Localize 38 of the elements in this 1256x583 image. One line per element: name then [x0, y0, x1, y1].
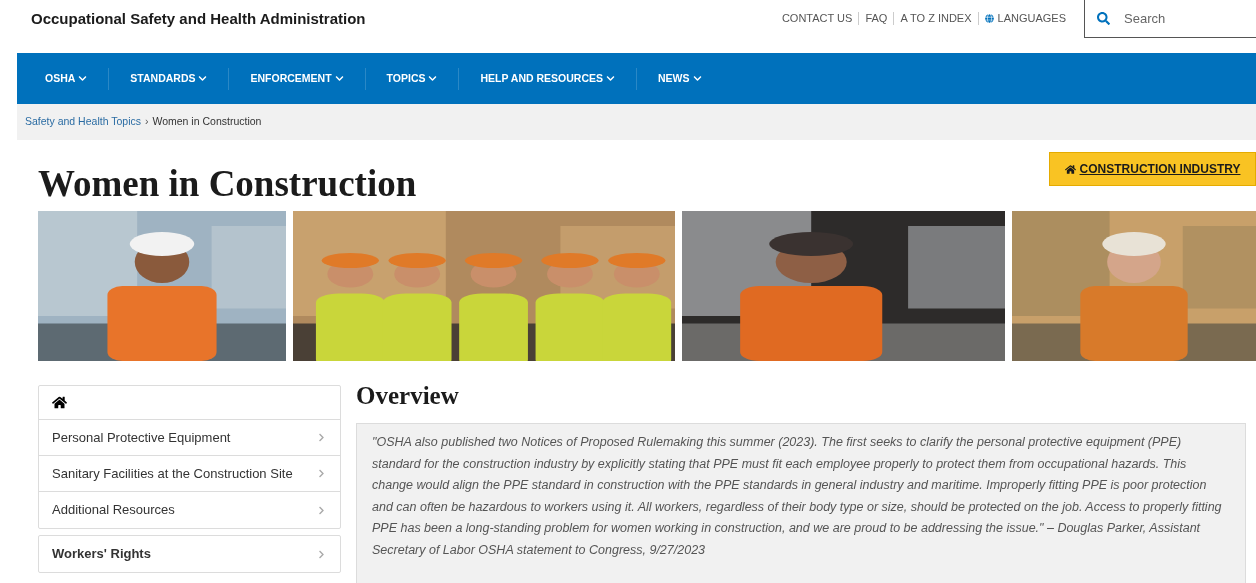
home-icon [1064, 163, 1076, 175]
chevron-down-icon [78, 74, 88, 83]
sidebar-item[interactable]: Additional Resources [39, 492, 340, 528]
page-title: Women in Construction [38, 162, 417, 206]
chevron-down-icon [428, 74, 438, 83]
nav-menu-item[interactable]: NEWS [648, 70, 712, 87]
quote-text: "OSHA also published two Notices of Proposed Rulemaking this summer (2023). The first seeks to clarify the personal protective equipment (PPE) standard for the construction industry by explicitly stating that PPE must fit each employee properly to protect them from occupational hazards. This change would align the PPE standard in construction with the PPE standards in general industry and maritime. Improperly fitting PPE is poor protection and can often be hazardous to workers using it. All workers, regardless of their body type or size, should be protected on the job. Access to properly fitting PPE has been a long-standing problem for women working in construction, and we are proud to be addressing the issue." – Douglas Parker, Assistant Secretary of Labor OSHA statement to Congress, 9/27/2023 [356, 423, 1246, 583]
languages-link[interactable]: LANGUAGES [984, 10, 1066, 27]
globe-icon [984, 13, 994, 23]
sidebar-item[interactable]: Personal Protective Equipment [39, 420, 340, 456]
breadcrumb-separator: › [144, 114, 149, 130]
chevron-down-icon [334, 74, 344, 83]
nav-menu-item[interactable]: TOPICS [376, 70, 448, 87]
sidebar-item[interactable]: Sanitary Facilities at the Construction Site [39, 456, 340, 492]
chevron-down-icon [692, 74, 702, 83]
utility-link[interactable]: A TO Z INDEX [900, 10, 972, 27]
search-input[interactable]: Search [1124, 8, 1234, 29]
search-field[interactable]: Search [1084, 0, 1256, 38]
home-icon[interactable] [52, 395, 67, 410]
utility-link[interactable]: FAQ [865, 10, 888, 27]
search-icon [1097, 12, 1110, 25]
chevron-down-icon [606, 74, 615, 83]
overview-heading: Overview [356, 381, 460, 411]
chevron-right-icon [317, 549, 326, 559]
chevron-right-icon [317, 505, 326, 515]
chevron-right-icon [317, 433, 326, 442]
sidebar-item[interactable]: Workers' Rights [39, 536, 340, 572]
nav-menu-item[interactable]: ENFORCEMENT [240, 70, 354, 87]
chevron-right-icon [317, 469, 326, 478]
chevron-down-icon [198, 74, 208, 83]
nav-menu-item[interactable]: OSHA [35, 70, 98, 87]
industry-button[interactable]: CONSTRUCTION INDUSTRY [1049, 152, 1256, 186]
breadcrumb-current: Women in Construction [152, 114, 262, 130]
utility-link[interactable]: CONTACT US [781, 10, 853, 27]
breadcrumb-link[interactable]: Safety and Health Topics [25, 114, 141, 130]
nav-menu-item[interactable]: HELP AND RESOURCES [470, 70, 625, 87]
nav-menu-item[interactable]: STANDARDS [120, 70, 218, 87]
site-title[interactable]: Occupational Safety and Health Administration [0, 0, 366, 31]
